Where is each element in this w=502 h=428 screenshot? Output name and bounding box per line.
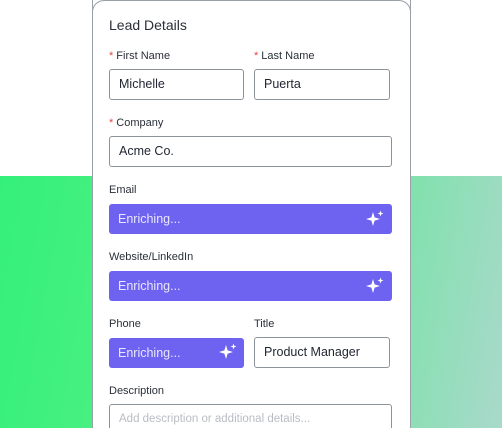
website-enriching-text: Enriching... bbox=[118, 279, 181, 293]
website-label: Website/LinkedIn bbox=[109, 251, 194, 263]
first-name-field[interactable]: Michelle bbox=[109, 69, 244, 100]
required-marker: * bbox=[254, 50, 259, 62]
sparkles-icon bbox=[366, 277, 384, 293]
sparkles-icon bbox=[219, 343, 237, 359]
website-field-enriching[interactable]: Enriching... bbox=[109, 271, 392, 301]
last-name-label-text: Last Name bbox=[261, 50, 315, 62]
company-field[interactable]: Acme Co. bbox=[109, 136, 392, 167]
title-label: Title bbox=[254, 318, 275, 330]
last-name-field[interactable]: Puerta bbox=[254, 69, 390, 100]
company-label: * Company bbox=[109, 117, 163, 129]
first-name-label-text: First Name bbox=[116, 50, 171, 62]
email-enriching-text: Enriching... bbox=[118, 212, 181, 226]
phone-label: Phone bbox=[109, 318, 141, 330]
sparkles-icon bbox=[366, 210, 384, 226]
first-name-label: * First Name bbox=[109, 50, 170, 62]
email-field-enriching[interactable]: Enriching... bbox=[109, 204, 392, 234]
card-top-border bbox=[92, 0, 411, 12]
title-field[interactable]: Product Manager bbox=[254, 337, 390, 368]
description-field[interactable]: Add description or additional details... bbox=[109, 404, 392, 428]
required-marker: * bbox=[109, 50, 114, 62]
phone-enriching-text: Enriching... bbox=[118, 346, 181, 360]
card-title: Lead Details bbox=[109, 17, 187, 33]
description-label: Description bbox=[109, 385, 165, 397]
email-label: Email bbox=[109, 184, 137, 196]
last-name-label: * Last Name bbox=[254, 50, 314, 62]
company-label-text: Company bbox=[116, 117, 164, 129]
required-marker: * bbox=[109, 117, 114, 129]
